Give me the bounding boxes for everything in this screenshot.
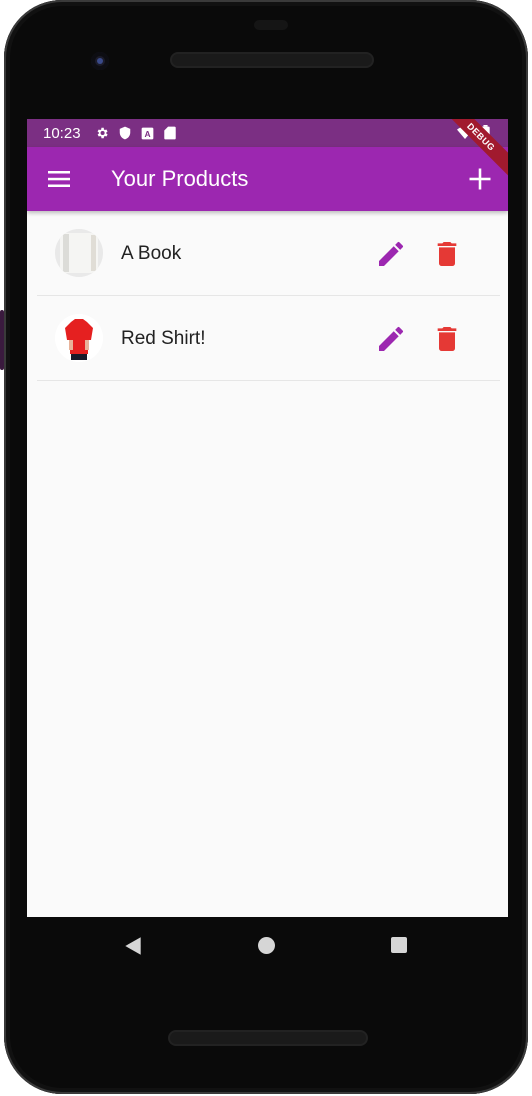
menu-icon[interactable] [47, 167, 71, 191]
shield-icon [119, 126, 130, 140]
svg-text:A: A [144, 128, 150, 138]
app-screen: 10:23 A Your Products DEBUG A Book Red S… [27, 119, 508, 917]
list-divider [37, 380, 500, 381]
add-icon[interactable] [466, 165, 494, 193]
page-title: Your Products [111, 166, 249, 191]
earpiece [172, 54, 372, 66]
android-nav-bar [27, 917, 508, 975]
red-shirt-image [55, 314, 103, 362]
list-item: A Book [37, 211, 500, 295]
list-item: Red Shirt! [37, 296, 500, 380]
home-icon[interactable] [258, 937, 275, 954]
bottom-speaker [170, 1032, 366, 1044]
recents-icon[interactable] [391, 937, 407, 953]
status-time: 10:23 [43, 124, 81, 142]
edit-icon[interactable] [375, 238, 407, 270]
a-letter-icon: A [141, 127, 153, 139]
book-image [55, 229, 103, 277]
volume-button [0, 310, 4, 370]
gear-icon [97, 127, 108, 139]
edit-icon[interactable] [375, 323, 407, 355]
product-title: Red Shirt! [121, 328, 206, 349]
front-camera [91, 52, 109, 70]
product-title: A Book [121, 243, 182, 264]
app-bar: Your Products [27, 147, 508, 211]
back-icon[interactable] [122, 935, 144, 957]
top-speaker [254, 20, 288, 30]
status-bar: 10:23 A [27, 119, 508, 147]
delete-icon[interactable] [431, 238, 463, 270]
delete-icon[interactable] [431, 323, 463, 355]
product-list: A Book Red Shirt! [27, 211, 508, 381]
sd-card-icon [163, 126, 176, 140]
